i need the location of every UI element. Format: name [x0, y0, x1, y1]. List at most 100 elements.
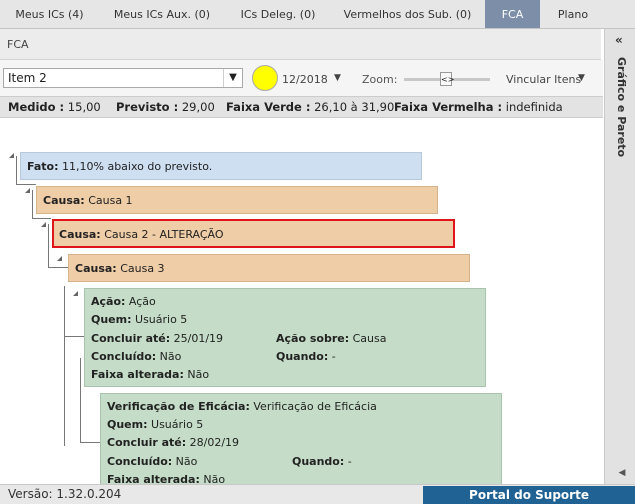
tree-connector	[16, 184, 36, 185]
metrics-bar: Medido : 15,00 Previsto : 29,00 Faixa Ve…	[0, 96, 603, 118]
metric-medido-value: 15,00	[64, 100, 101, 114]
faixa-alterada-value: Não	[183, 368, 210, 381]
item-select-value: Item 2	[8, 71, 47, 85]
tab-meus-ics[interactable]: Meus ICs (4)	[0, 0, 99, 28]
quando-value: -	[344, 455, 352, 468]
tree-connector	[48, 267, 68, 268]
acao-value: Ação	[125, 295, 156, 308]
expand-triangle-icon[interactable]	[25, 188, 30, 193]
concluido-label: Concluído:	[91, 350, 157, 363]
quando-label: Quando:	[276, 350, 329, 363]
causa-label: Causa:	[59, 228, 101, 241]
causa-value: Causa 3	[116, 262, 165, 275]
expand-triangle-icon[interactable]	[73, 291, 78, 296]
verificacao-label: Verificação de Eficácia:	[107, 400, 250, 413]
version-label: Versão:	[8, 487, 53, 501]
quem-value: Usuário 5	[131, 313, 188, 326]
quando-label: Quando:	[292, 455, 345, 468]
verificacao-line: Verificação de Eficácia: Verificação de …	[107, 400, 377, 413]
footer: Versão: 1.32.0.204 Portal do Suporte	[0, 484, 635, 504]
causa-value: Causa 1	[84, 194, 133, 207]
causa-node[interactable]: Causa: Causa 1	[36, 186, 438, 214]
collapse-icon[interactable]: «	[615, 33, 623, 47]
metric-previsto-value: 29,00	[178, 100, 215, 114]
tab-ics-deleg[interactable]: ICs Deleg. (0)	[225, 0, 331, 28]
zoom-slider-thumb[interactable]: <>	[440, 72, 454, 86]
concluir-value: 25/01/19	[170, 332, 224, 345]
fato-label: Fato:	[27, 160, 59, 173]
quem-label: Quem:	[91, 313, 132, 326]
causa-label: Causa:	[43, 194, 85, 207]
acao-sobre-label: Ação sobre:	[276, 332, 350, 345]
quando-line: Quando: -	[292, 455, 352, 468]
tab-fca[interactable]: FCA	[485, 0, 540, 28]
quando-line: Quando: -	[276, 350, 336, 363]
expand-triangle-icon[interactable]	[9, 153, 14, 158]
causa-value: Causa 2 - ALTERAÇÃO	[100, 228, 224, 241]
acao-node[interactable]: Ação: Ação Quem: Usuário 5 Concluir até:…	[84, 288, 486, 387]
expand-triangle-icon[interactable]	[57, 256, 62, 261]
causa-text: Causa: Causa 3	[75, 262, 165, 275]
verificacao-node[interactable]: Verificação de Eficácia: Verificação de …	[100, 393, 502, 494]
tree-connector	[80, 442, 100, 443]
tab-plano[interactable]: Plano	[540, 0, 606, 28]
causa-text: Causa: Causa 2 - ALTERAÇÃO	[59, 228, 224, 241]
vincular-itens-dropdown-icon[interactable]: ▼	[578, 73, 585, 83]
expand-triangle-icon[interactable]	[41, 222, 46, 227]
side-panel-label[interactable]: Gráfico e Pareto	[615, 57, 628, 157]
section-title: FCA	[7, 38, 29, 51]
section-header: FCA	[0, 29, 601, 60]
concluir-line: Concluir até: 28/02/19	[107, 436, 239, 449]
concluido-value: Não	[172, 455, 198, 468]
vincular-itens-dropdown[interactable]: Vincular Itens	[506, 73, 581, 86]
faixa-alterada-line: Faixa alterada: Não	[91, 368, 209, 381]
acao-line: Ação: Ação	[91, 295, 156, 308]
version-value: 1.32.0.204	[52, 487, 122, 501]
side-panel-grafico-pareto[interactable]: « Gráfico e Pareto	[604, 29, 635, 484]
causa-node[interactable]: Causa: Causa 3	[68, 254, 470, 282]
tab-meus-ics-aux[interactable]: Meus ICs Aux. (0)	[99, 0, 225, 28]
fca-tree: Fato: 11,10% abaixo do previsto. Causa: …	[0, 118, 603, 494]
metric-faixa-verde-value: 26,10 à 31,90	[310, 100, 395, 114]
status-indicator	[252, 65, 278, 91]
portal-suporte-button[interactable]: Portal do Suporte	[423, 486, 635, 504]
metric-medido: Medido : 15,00	[8, 100, 101, 114]
concluir-label: Concluir até:	[107, 436, 187, 449]
item-select[interactable]: Item 2 ▼	[3, 68, 243, 88]
tab-bar: Meus ICs (4) Meus ICs Aux. (0) ICs Deleg…	[0, 0, 635, 29]
causa-label: Causa:	[75, 262, 117, 275]
scroll-left-icon[interactable]: ◀	[615, 468, 629, 482]
concluido-line: Concluído: Não	[91, 350, 181, 363]
metric-previsto-label: Previsto :	[116, 100, 179, 114]
metric-faixa-vermelha-value: indefinida	[502, 100, 563, 114]
period-value[interactable]: 12/2018	[282, 73, 328, 86]
verificacao-value: Verificação de Eficácia	[249, 400, 377, 413]
concluido-value: Não	[156, 350, 182, 363]
fato-node[interactable]: Fato: 11,10% abaixo do previsto.	[20, 152, 422, 180]
concluir-line: Concluir até: 25/01/19	[91, 332, 223, 345]
period-dropdown-icon[interactable]: ▼	[334, 73, 341, 83]
version-text: Versão: 1.32.0.204	[8, 487, 121, 501]
tree-connector	[80, 358, 81, 442]
tab-vermelhos-sub[interactable]: Vermelhos dos Sub. (0)	[331, 0, 484, 28]
causa-node-selected[interactable]: Causa: Causa 2 - ALTERAÇÃO	[52, 219, 455, 248]
acao-sobre-line: Ação sobre: Causa	[276, 332, 386, 345]
concluido-line: Concluído: Não	[107, 455, 197, 468]
tree-connector	[64, 286, 65, 446]
fato-text: Fato: 11,10% abaixo do previsto.	[27, 160, 212, 173]
causa-text: Causa: Causa 1	[43, 194, 133, 207]
tree-connector	[64, 336, 84, 337]
quando-value: -	[328, 350, 336, 363]
concluir-label: Concluir até:	[91, 332, 171, 345]
quem-label: Quem:	[107, 418, 148, 431]
quem-value: Usuário 5	[147, 418, 204, 431]
metric-previsto: Previsto : 29,00	[116, 100, 215, 114]
tree-connector	[32, 218, 51, 219]
quem-line: Quem: Usuário 5	[91, 313, 187, 326]
toolbar: Item 2 ▼ 12/2018 ▼ Zoom: <> Vincular Ite…	[0, 60, 603, 96]
metric-faixa-verde: Faixa Verde : 26,10 à 31,90	[226, 100, 394, 114]
zoom-label: Zoom:	[362, 73, 398, 86]
chevron-down-icon[interactable]: ▼	[223, 69, 242, 87]
metric-medido-label: Medido :	[8, 100, 65, 114]
metric-faixa-vermelha-label: Faixa Vermelha :	[394, 100, 503, 114]
